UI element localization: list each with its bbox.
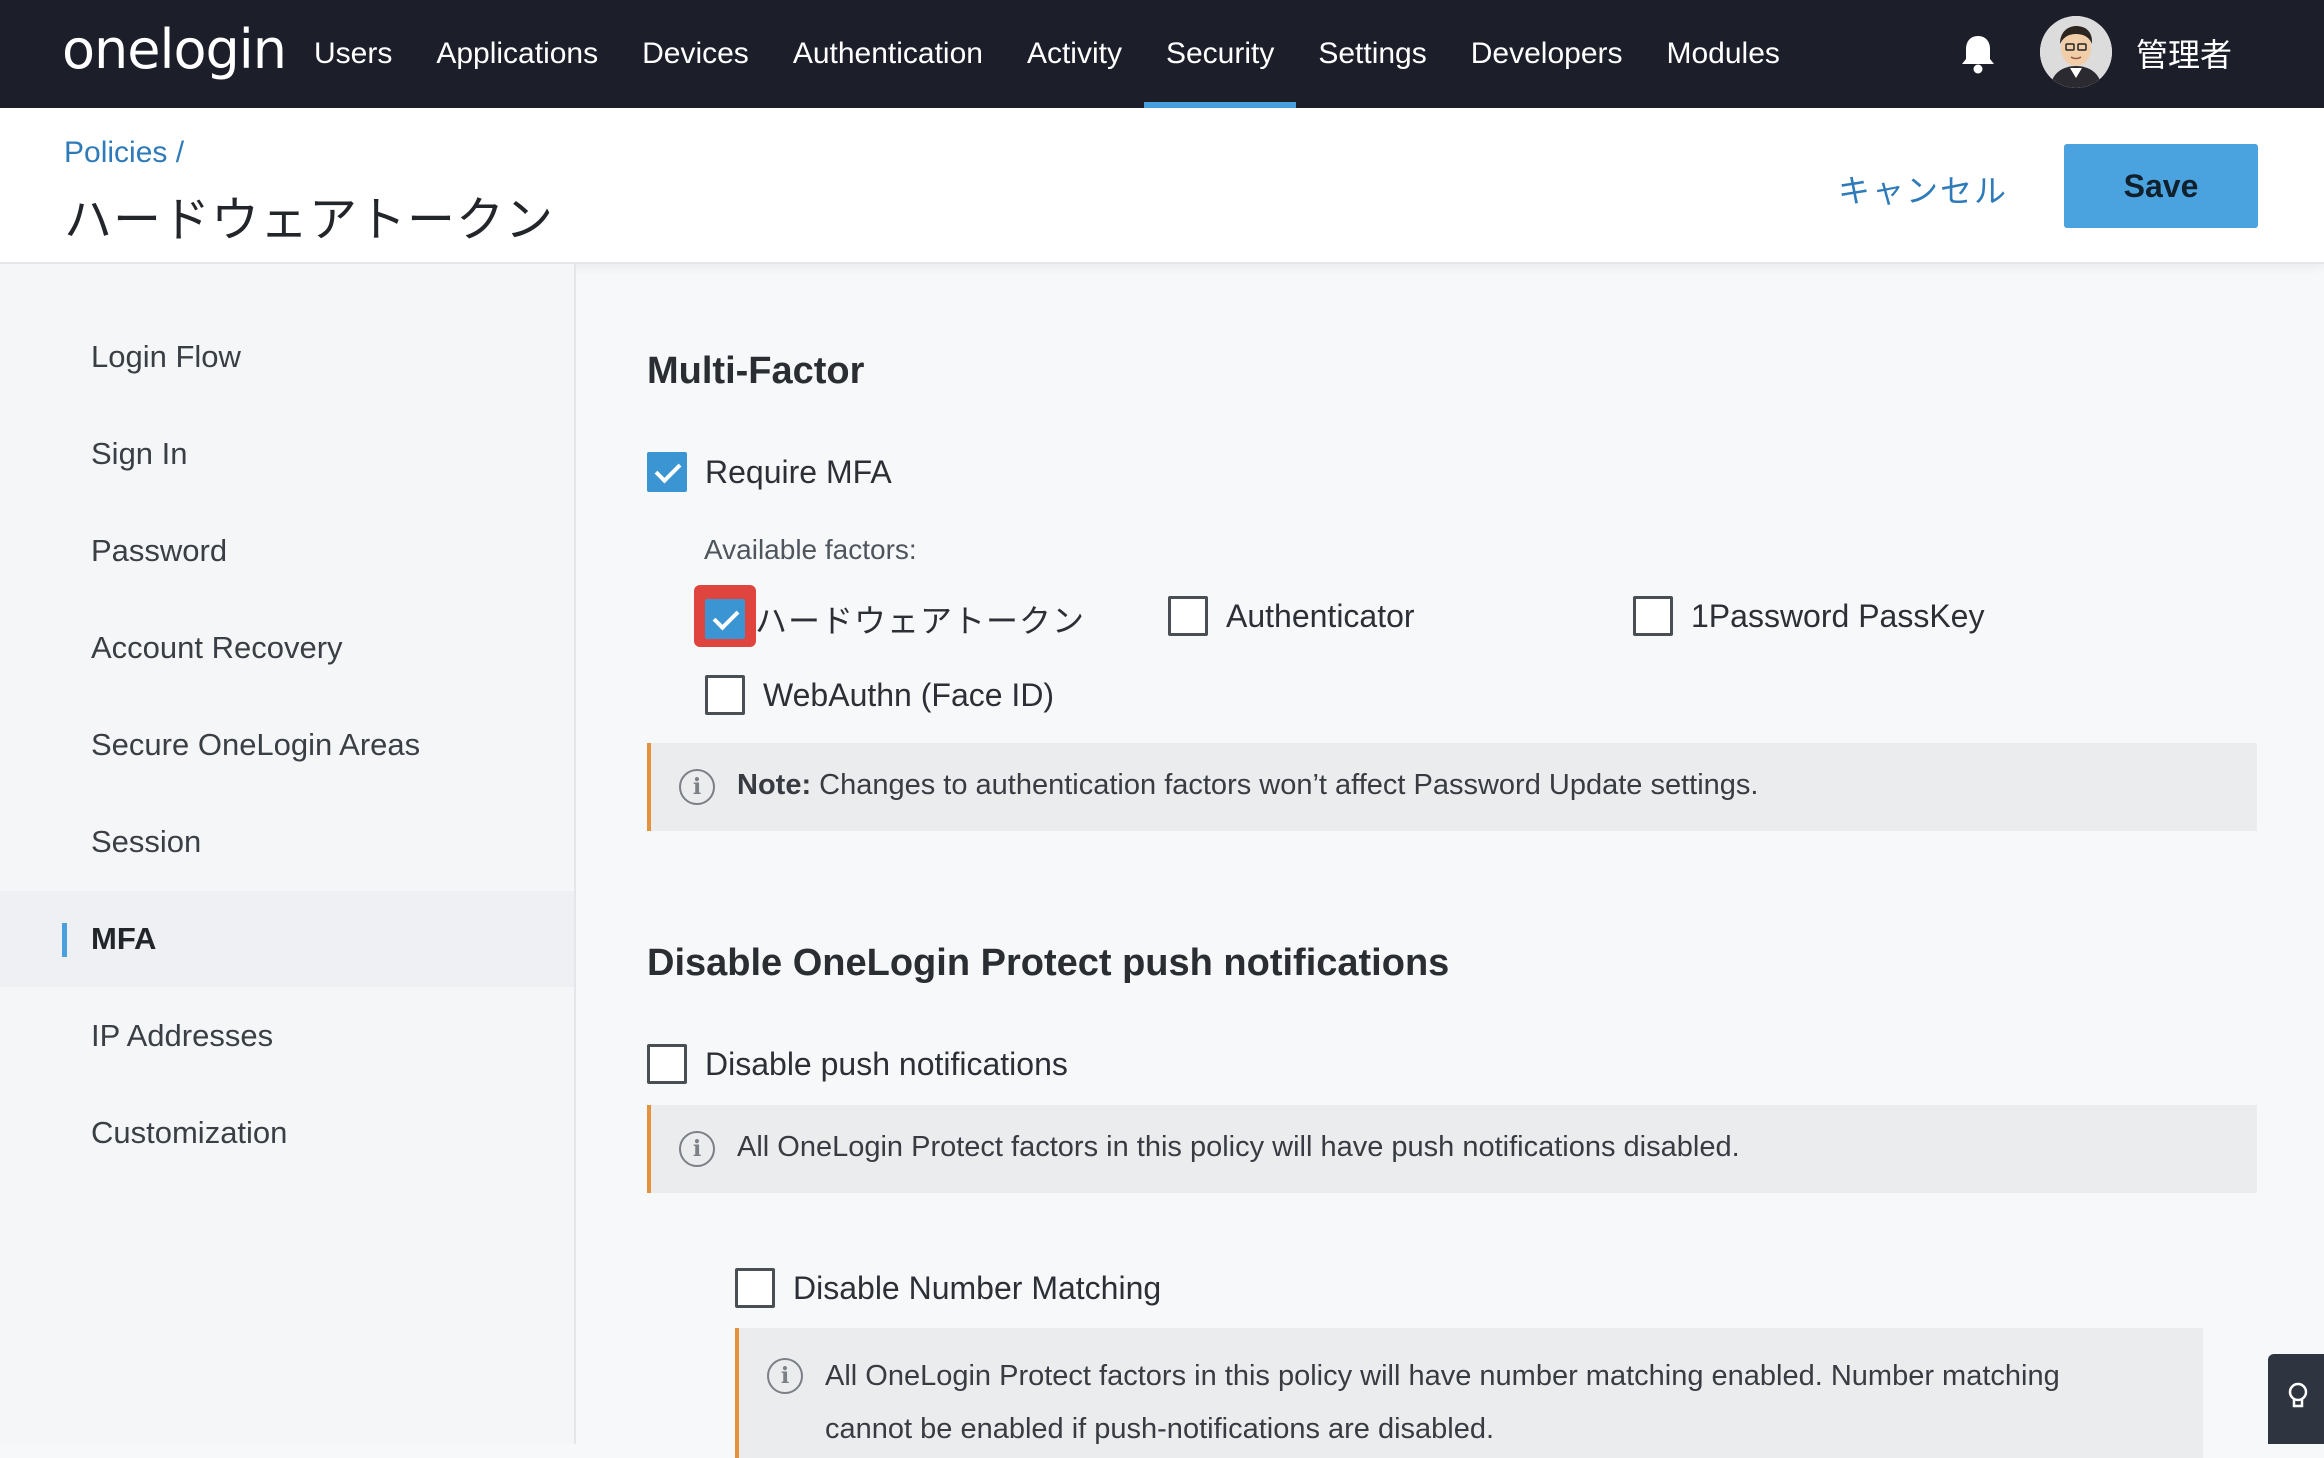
factor-webauthn-label: WebAuthn (Face ID)	[763, 676, 1055, 713]
page-title: ハードウェアトークン	[64, 192, 555, 248]
bell-icon[interactable]	[1958, 32, 1998, 76]
top-navigation-bar: onelogin Users Applications Devices Auth…	[0, 0, 2324, 108]
number-matching-note: i All OneLogin Protect factors in this p…	[735, 1328, 2203, 1458]
sidebar-item-password[interactable]: Password	[0, 503, 574, 599]
require-mfa-label: Require MFA	[705, 453, 892, 490]
require-mfa-checkbox[interactable]	[647, 452, 687, 492]
push-note: i All OneLogin Protect factors in this p…	[647, 1105, 2257, 1193]
disable-push-checkbox[interactable]	[647, 1044, 687, 1084]
factor-hardware-token-checkbox[interactable]	[705, 599, 745, 639]
nav-applications[interactable]: Applications	[414, 0, 620, 108]
sidebar-item-customization[interactable]: Customization	[0, 1085, 574, 1181]
factor-authenticator-checkbox[interactable]	[1168, 596, 1208, 636]
onelogin-logo[interactable]: onelogin	[62, 18, 287, 81]
factor-1password-passkey-label: 1Password PassKey	[1691, 597, 1985, 634]
policy-content: Multi-Factor Require MFA Available facto…	[578, 264, 2324, 1458]
factor-webauthn-checkbox[interactable]	[705, 675, 745, 715]
note-body: Changes to authentication factors won’t …	[811, 769, 1759, 801]
sidebar-item-login-flow[interactable]: Login Flow	[0, 309, 574, 405]
nav-users[interactable]: Users	[292, 0, 414, 108]
main-nav: Users Applications Devices Authenticatio…	[292, 0, 1802, 108]
sidebar-item-sign-in[interactable]: Sign In	[0, 406, 574, 502]
available-factors-label: Available factors:	[704, 534, 917, 565]
info-icon: i	[679, 769, 715, 805]
save-button[interactable]: Save	[2064, 144, 2258, 228]
factor-hardware-token-option[interactable]: ハードウェアトークン	[705, 596, 1085, 642]
nav-settings[interactable]: Settings	[1296, 0, 1448, 108]
sidebar-item-session[interactable]: Session	[0, 794, 574, 890]
note-text: Note: Changes to authentication factors …	[737, 769, 1758, 802]
nav-developers[interactable]: Developers	[1449, 0, 1645, 108]
factor-1password-passkey-option[interactable]: 1Password PassKey	[1633, 596, 1984, 636]
username-label[interactable]: 管理者	[2136, 30, 2232, 76]
disable-push-option[interactable]: Disable push notifications	[647, 1044, 1068, 1084]
nav-authentication[interactable]: Authentication	[771, 0, 1005, 108]
factor-1password-passkey-checkbox[interactable]	[1633, 596, 1673, 636]
info-icon: i	[679, 1131, 715, 1167]
lightbulb-icon	[2288, 1382, 2308, 1408]
require-mfa-option[interactable]: Require MFA	[647, 452, 892, 492]
user-avatar[interactable]	[2040, 16, 2112, 88]
multi-factor-heading: Multi-Factor	[647, 350, 865, 392]
factors-note: i Note: Changes to authentication factor…	[647, 743, 2257, 831]
factor-webauthn-option[interactable]: WebAuthn (Face ID)	[705, 675, 1054, 715]
factor-authenticator-option[interactable]: Authenticator	[1168, 596, 1415, 636]
sidebar-item-secure-onelogin-areas[interactable]: Secure OneLogin Areas	[0, 697, 574, 793]
factor-hardware-token-label: ハードウェアトークン	[755, 602, 1086, 640]
nav-modules[interactable]: Modules	[1645, 0, 1802, 108]
sidebar-item-account-recovery[interactable]: Account Recovery	[0, 600, 574, 696]
number-matching-note-text: All OneLogin Protect factors in this pol…	[825, 1360, 2060, 1445]
note-bold-label: Note:	[737, 769, 812, 801]
page-header: Policies / ハードウェアトークン キャンセル Save	[0, 108, 2324, 264]
nav-activity[interactable]: Activity	[1005, 0, 1144, 108]
policy-sidebar: Login Flow Sign In Password Account Reco…	[0, 264, 576, 1444]
push-notifications-heading: Disable OneLogin Protect push notificati…	[647, 942, 1450, 984]
sidebar-item-mfa[interactable]: MFA	[0, 891, 574, 987]
info-icon: i	[767, 1358, 803, 1394]
disable-number-matching-label: Disable Number Matching	[793, 1269, 1162, 1306]
nav-security[interactable]: Security	[1143, 0, 1297, 108]
breadcrumb-policies[interactable]: Policies /	[64, 136, 184, 170]
sidebar-item-ip-addresses[interactable]: IP Addresses	[0, 988, 574, 1084]
disable-number-matching-option[interactable]: Disable Number Matching	[735, 1268, 1161, 1308]
help-tab[interactable]	[2268, 1354, 2324, 1444]
disable-push-label: Disable push notifications	[705, 1045, 1068, 1082]
factor-authenticator-label: Authenticator	[1226, 597, 1415, 634]
cancel-button[interactable]: キャンセル	[1838, 166, 2008, 212]
disable-number-matching-checkbox[interactable]	[735, 1268, 775, 1308]
nav-devices[interactable]: Devices	[620, 0, 771, 108]
push-note-text: All OneLogin Protect factors in this pol…	[737, 1131, 1740, 1163]
